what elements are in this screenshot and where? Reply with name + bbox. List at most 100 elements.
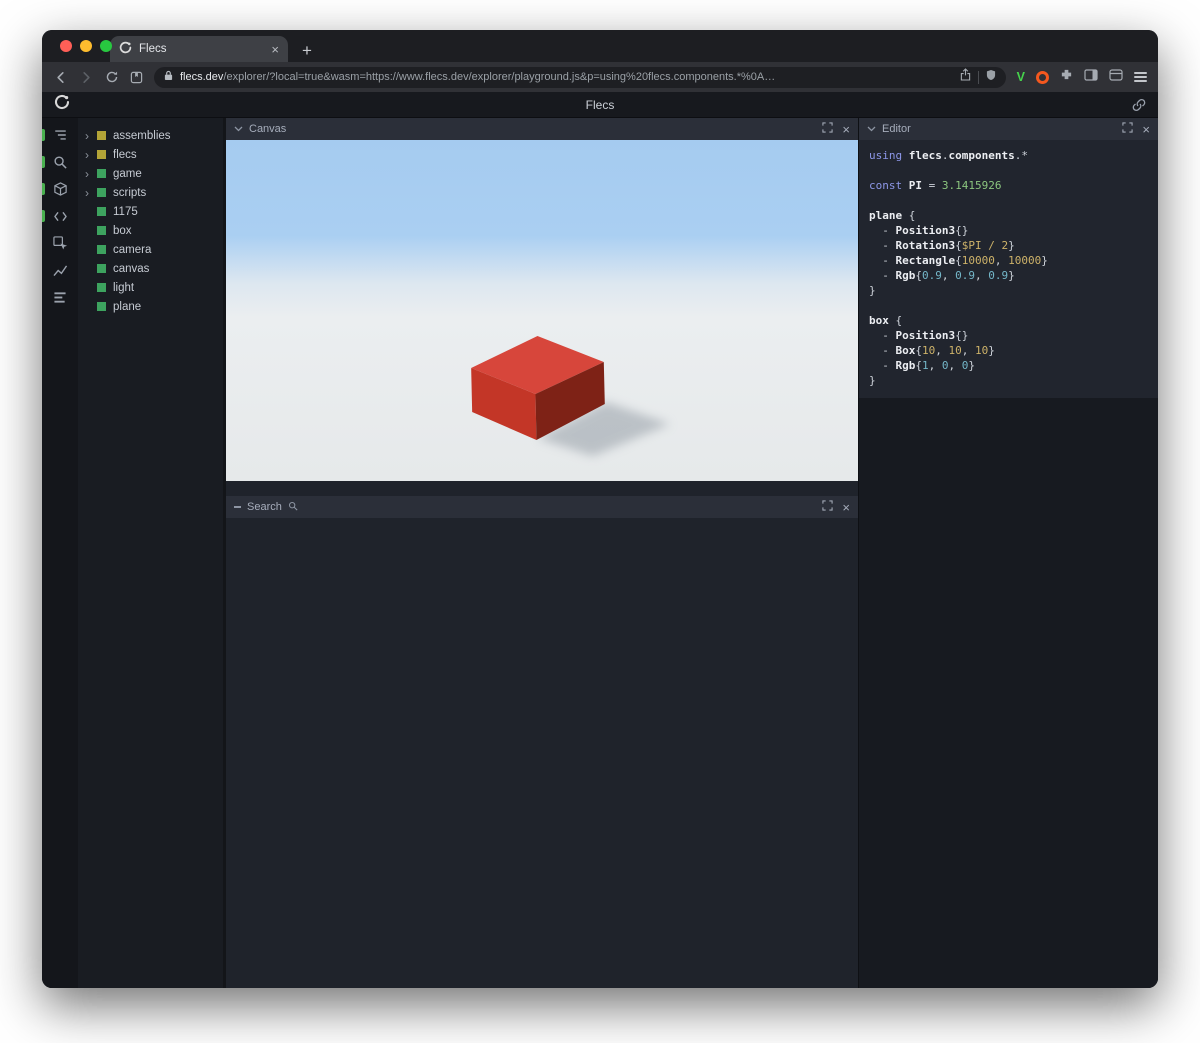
entity-tree-icon[interactable] <box>42 127 78 143</box>
tree-item-label: flecs <box>113 148 137 161</box>
entity-tree-list: › assemblies › flecs › game › scripts 11… <box>78 126 223 316</box>
tab-strip: Flecs × + <box>42 30 1158 62</box>
tree-row[interactable]: box <box>78 221 223 240</box>
lock-icon <box>164 68 173 86</box>
entity-color-square <box>97 283 106 292</box>
url-path: /explorer/?local=true&wasm=https://www.f… <box>223 71 776 83</box>
share-link-icon[interactable] <box>1132 98 1146 112</box>
tree-expand-arrow[interactable]: › <box>85 168 95 180</box>
inspect-icon[interactable] <box>42 235 78 251</box>
forward-icon[interactable] <box>79 70 94 85</box>
entity-color-square <box>97 150 106 159</box>
editor-empty-area <box>859 398 1158 988</box>
code-icon[interactable] <box>42 208 78 224</box>
canvas-3d-viewport[interactable] <box>226 140 858 481</box>
tree-expand-arrow[interactable]: › <box>85 187 95 199</box>
panel-collapse-icon[interactable] <box>234 506 241 508</box>
back-icon[interactable] <box>53 70 68 85</box>
entity-tree-panel: › assemblies › flecs › game › scripts 11… <box>78 118 226 988</box>
flecs-logo-icon <box>54 94 70 115</box>
chevron-down-icon[interactable] <box>867 123 876 135</box>
share-icon[interactable] <box>960 68 971 86</box>
chevron-down-icon[interactable] <box>234 123 243 135</box>
toolbar-extensions: V <box>1017 68 1147 86</box>
url-bar[interactable]: flecs.dev/explorer/?local=true&wasm=http… <box>154 66 1006 88</box>
tree-item-label: assemblies <box>113 129 171 142</box>
tree-item-label: 1175 <box>113 205 138 218</box>
canvas-close-icon[interactable]: × <box>842 123 850 136</box>
entity-color-square <box>97 131 106 140</box>
tree-row[interactable]: light <box>78 278 223 297</box>
tree-item-label: light <box>113 281 135 294</box>
tree-item-label: plane <box>113 300 142 313</box>
browser-tab[interactable]: Flecs × <box>110 36 288 62</box>
url-text: flecs.dev/explorer/?local=true&wasm=http… <box>180 71 953 83</box>
tab-close-icon[interactable]: × <box>271 43 279 56</box>
chart-icon[interactable] <box>42 262 78 278</box>
tree-row[interactable]: camera <box>78 240 223 259</box>
browser-menu-icon[interactable] <box>1134 71 1147 83</box>
tree-row[interactable]: › assemblies <box>78 126 223 145</box>
tree-item-label: box <box>113 224 132 237</box>
new-tab-button[interactable]: + <box>302 42 312 59</box>
browser-window: Flecs × + flecs.dev/explorer/?local=true… <box>42 30 1158 988</box>
entity-color-square <box>97 188 106 197</box>
wallet-card-icon[interactable] <box>1109 68 1123 86</box>
reload-icon[interactable] <box>105 70 119 84</box>
panel-gap <box>226 481 858 496</box>
zoom-window-button[interactable] <box>100 40 112 52</box>
tree-row[interactable]: › game <box>78 164 223 183</box>
tree-expand-arrow[interactable]: › <box>85 130 95 142</box>
extension-orange-ring-icon[interactable] <box>1036 70 1049 84</box>
tree-row[interactable]: canvas <box>78 259 223 278</box>
tree-expand-arrow[interactable]: › <box>85 149 95 161</box>
entity-color-square <box>97 226 106 235</box>
entity-color-square <box>97 245 106 254</box>
entity-color-square <box>97 169 106 178</box>
tree-item-label: camera <box>113 243 152 256</box>
center-column: Canvas × Search × <box>226 118 858 988</box>
editor-code[interactable]: using flecs.components.* const PI = 3.14… <box>859 140 1158 398</box>
editor-expand-icon[interactable] <box>1122 122 1134 136</box>
window-controls <box>60 40 112 52</box>
search-magnifier-icon <box>288 501 298 514</box>
canvas-panel-header: Canvas × <box>226 118 858 140</box>
tab-title: Flecs <box>139 43 167 55</box>
extensions-puzzle-icon[interactable] <box>1060 68 1073 86</box>
tree-item-label: canvas <box>113 262 150 275</box>
editor-panel-header: Editor × <box>859 118 1158 140</box>
minimize-window-button[interactable] <box>80 40 92 52</box>
tree-row[interactable]: 1175 <box>78 202 223 221</box>
search-panel-content <box>226 518 858 988</box>
tree-row[interactable]: › scripts <box>78 183 223 202</box>
search-panel-title: Search <box>247 501 282 513</box>
browser-toolbar: flecs.dev/explorer/?local=true&wasm=http… <box>42 62 1158 92</box>
editor-close-icon[interactable]: × <box>1142 123 1150 136</box>
app-header: Flecs <box>42 92 1158 118</box>
search-expand-icon[interactable] <box>822 500 834 514</box>
url-host: flecs.dev <box>180 71 224 83</box>
tab-favicon-flecs-logo-icon <box>119 41 132 57</box>
page-title: Flecs <box>585 97 615 112</box>
close-window-button[interactable] <box>60 40 72 52</box>
icon-rail <box>42 118 78 988</box>
search-close-icon[interactable]: × <box>842 501 850 514</box>
tree-row[interactable]: plane <box>78 297 223 316</box>
tree-item-label: scripts <box>113 186 147 199</box>
bookmark-panel-icon[interactable] <box>130 71 143 84</box>
stats-icon[interactable] <box>42 289 78 305</box>
tree-item-label: game <box>113 167 142 180</box>
tree-row[interactable]: › flecs <box>78 145 223 164</box>
shield-icon[interactable] <box>986 68 996 86</box>
urlbar-divider <box>977 70 979 84</box>
cube-icon[interactable] <box>42 181 78 197</box>
search-panel-header: Search × <box>226 496 858 518</box>
extension-v-icon[interactable]: V <box>1017 70 1025 84</box>
side-panel-icon[interactable] <box>1084 68 1098 86</box>
entity-color-square <box>97 264 106 273</box>
editor-column: Editor × using flecs.components.* const … <box>858 118 1158 988</box>
search-icon[interactable] <box>42 154 78 170</box>
canvas-expand-icon[interactable] <box>822 122 834 136</box>
canvas-panel-title: Canvas <box>249 123 287 135</box>
entity-color-square <box>97 302 106 311</box>
